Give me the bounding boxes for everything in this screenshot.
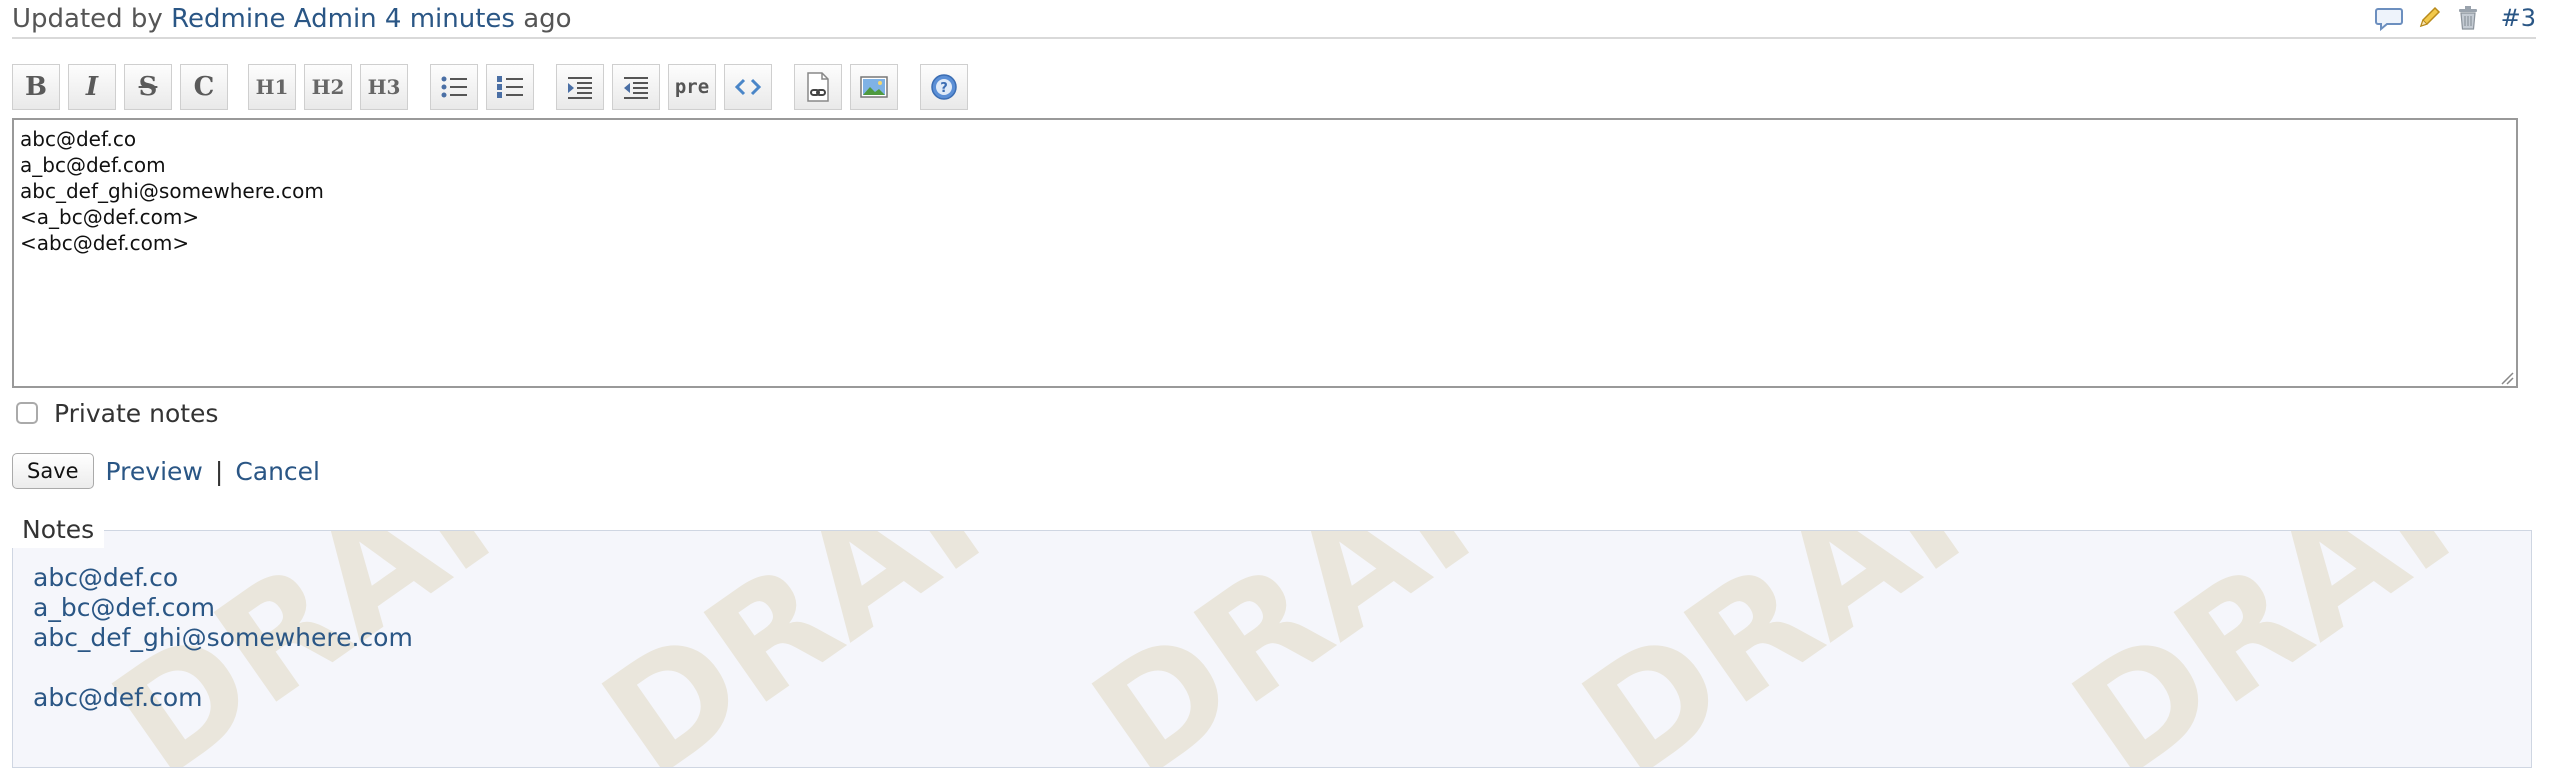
heading-1-icon: H1	[255, 75, 289, 99]
private-notes-label[interactable]: Private notes	[54, 399, 218, 428]
heading-3-icon: H3	[367, 75, 401, 99]
cancel-link[interactable]: Cancel	[235, 457, 320, 486]
journal-header: Updated by Redmine Admin 4 minutes ago #…	[12, 0, 2536, 38]
time-ago-link[interactable]: 4 minutes	[385, 4, 515, 34]
help-button[interactable]: ?	[920, 64, 968, 110]
preformatted-button[interactable]: pre	[668, 64, 716, 110]
draft-watermark-text: DRAFT	[1554, 531, 2113, 767]
private-notes-checkbox[interactable]	[16, 402, 38, 424]
image-button[interactable]	[850, 64, 898, 110]
image-icon	[860, 76, 888, 98]
help-icon: ?	[931, 74, 957, 100]
comment-icon[interactable]	[2374, 4, 2403, 32]
heading-2-button[interactable]: H2	[304, 64, 352, 110]
numbered-list-icon	[497, 76, 523, 98]
code-brackets-icon	[734, 78, 762, 96]
link-separator: |	[214, 456, 224, 486]
code-button[interactable]: C	[180, 64, 228, 110]
bulleted-list-icon	[441, 76, 467, 98]
preview-legend: Notes	[22, 515, 95, 544]
draft-watermark-text: DRAFT	[1064, 531, 1623, 767]
author-link[interactable]: Redmine Admin	[171, 4, 377, 34]
save-button[interactable]: Save	[12, 453, 94, 489]
preview-link[interactable]: Preview	[106, 457, 203, 486]
italic-button[interactable]: I	[68, 64, 116, 110]
preview-content: abc@def.co a_bc@def.com abc_def_ghi@some…	[33, 563, 413, 713]
bold-button[interactable]: B	[12, 64, 60, 110]
header-divider	[12, 37, 2536, 39]
form-actions: Save Preview | Cancel	[12, 452, 320, 490]
delete-icon[interactable]	[2455, 4, 2481, 32]
strikethrough-button[interactable]: S	[124, 64, 172, 110]
strikethrough-icon: S	[138, 72, 158, 102]
preformatted-icon: pre	[674, 76, 710, 98]
ordered-list-button[interactable]	[486, 64, 534, 110]
heading-3-button[interactable]: H3	[360, 64, 408, 110]
indent-button[interactable]	[556, 64, 604, 110]
inline-code-icon: C	[193, 72, 215, 102]
link-page-icon	[807, 72, 829, 102]
outdent-icon	[624, 77, 648, 99]
private-notes-row: Private notes	[16, 396, 218, 430]
bold-icon: B	[25, 72, 47, 102]
journal-actions: #3	[2374, 2, 2536, 34]
svg-text:?: ?	[940, 81, 948, 96]
highlighted-code-button[interactable]	[724, 64, 772, 110]
preview-email-link[interactable]: a_bc@def.com	[33, 593, 215, 622]
updated-prefix: Updated by	[12, 4, 163, 34]
edit-icon[interactable]	[2415, 4, 2443, 32]
notes-preview: DRAFT DRAFT DRAFT DRAFT DRAFT abc@def.co…	[12, 530, 2532, 768]
italic-icon: I	[85, 72, 99, 102]
link-button[interactable]	[794, 64, 842, 110]
ago-suffix: ago	[523, 4, 572, 34]
unordered-list-button[interactable]	[430, 64, 478, 110]
preview-email-link[interactable]: abc_def_ghi@somewhere.com	[33, 623, 413, 652]
preview-email-link[interactable]: abc@def.com	[33, 683, 203, 712]
indent-icon	[568, 77, 592, 99]
draft-watermark-text: DRAFT	[2044, 531, 2531, 767]
preview-legend-wrap: Notes	[12, 512, 105, 548]
outdent-button[interactable]	[612, 64, 660, 110]
notes-textarea[interactable]: abc@def.co a_bc@def.com abc_def_ghi@some…	[12, 118, 2518, 388]
preview-email-link[interactable]: abc@def.co	[33, 563, 178, 592]
updated-by-line: Updated by Redmine Admin 4 minutes ago	[12, 4, 572, 34]
draft-watermark-text: DRAFT	[574, 531, 1133, 767]
journal-number-link[interactable]: #3	[2501, 4, 2536, 32]
preview-blank-line	[33, 653, 413, 683]
resize-grip-icon[interactable]	[2500, 370, 2514, 385]
heading-2-icon: H2	[311, 75, 345, 99]
heading-1-button[interactable]: H1	[248, 64, 296, 110]
